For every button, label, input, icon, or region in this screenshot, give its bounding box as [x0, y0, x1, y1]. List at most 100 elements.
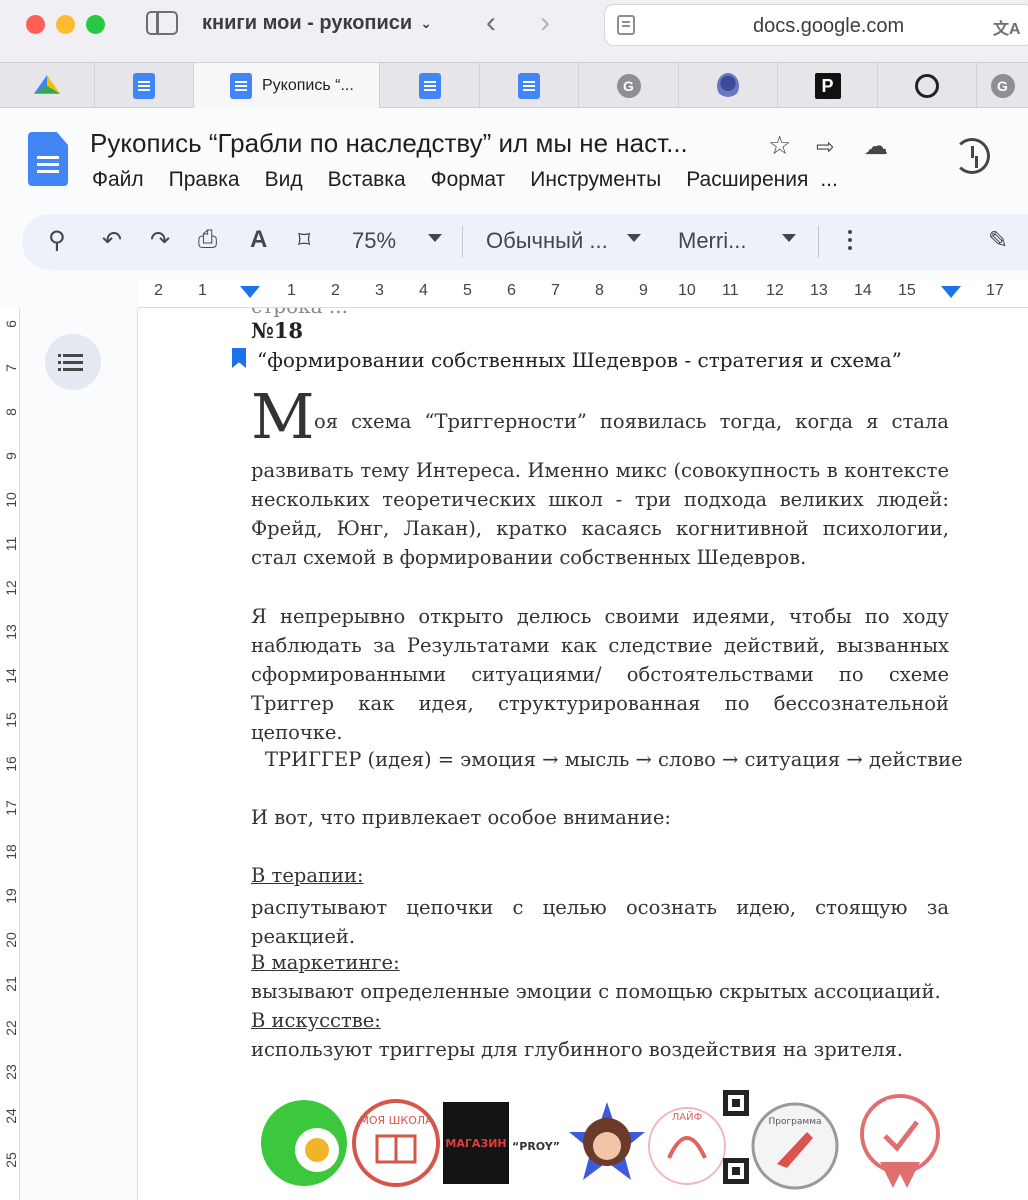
forward-button[interactable]: ›	[540, 6, 550, 40]
horizontal-ruler[interactable]: 2 1 1 2 3 4 5 6 7 8 9 10 11 12 13 14 15 …	[138, 280, 1028, 308]
maximize-window-button[interactable]	[86, 15, 105, 34]
google-drive-icon	[34, 75, 60, 94]
google-docs-icon	[230, 73, 252, 99]
toolbar-divider	[462, 226, 463, 258]
docs-header: Рукопись “Грабли по наследству” ил мы не…	[0, 108, 1028, 212]
my-school-logo: МОЯ ШКОЛА	[352, 1099, 440, 1187]
paragraph-2: Я непрерывно открыто делюсь своими идеям…	[251, 605, 949, 744]
browser-tab-active[interactable]: Рукопись “...	[194, 63, 380, 109]
ruler-number: 10	[3, 492, 19, 508]
ruler-number: 23	[3, 1064, 19, 1080]
google-docs-logo-icon[interactable]	[28, 132, 68, 186]
shop-logo: МАГАЗИН	[443, 1102, 509, 1184]
page-icon	[617, 15, 635, 35]
redo-icon[interactable]: ↷	[150, 226, 170, 255]
word: появилась	[599, 410, 707, 433]
document-outline-button[interactable]	[45, 334, 101, 390]
my-school-text: МОЯ ШКОЛА	[359, 1114, 433, 1127]
ruler-number: 20	[3, 932, 19, 948]
vertical-ruler[interactable]: 6 7 8 9 10 11 12 13 14 15 16 17 18 19 20…	[0, 308, 20, 1200]
minimize-window-button[interactable]	[56, 15, 75, 34]
browser-tab[interactable]	[480, 63, 579, 109]
menu-tools[interactable]: Инструменты	[530, 168, 661, 192]
undo-icon[interactable]: ↶	[102, 226, 122, 255]
ruler-number: 6	[3, 320, 19, 328]
chevron-down-icon[interactable]	[627, 234, 641, 242]
ruler-number: 12	[766, 282, 784, 299]
ruler-number: 11	[722, 282, 739, 299]
edit-mode-pencil-icon[interactable]: ✎	[988, 226, 1008, 255]
indent-marker[interactable]	[240, 286, 260, 298]
bookmark-icon[interactable]	[232, 348, 246, 368]
program-text: Программа	[768, 1117, 821, 1127]
menu-edit[interactable]: Правка	[169, 168, 240, 192]
tab-bar: Рукопись “... G P G	[0, 62, 1028, 109]
more-options-icon[interactable]	[848, 230, 852, 234]
menu-extensions[interactable]: Расширения	[686, 168, 808, 192]
chevron-down-icon: ⌄	[420, 15, 432, 31]
close-window-button[interactable]	[26, 15, 45, 34]
menu-file[interactable]: Файл	[92, 168, 144, 192]
program-logo: Программа	[751, 1102, 839, 1190]
move-folder-icon[interactable]: ⇨	[816, 134, 834, 160]
ruler-number: 15	[3, 712, 19, 728]
address-url: docs.google.com	[753, 15, 905, 37]
right-indent-marker[interactable]	[941, 286, 961, 298]
spellcheck-icon[interactable]: A	[250, 226, 267, 254]
browser-tab[interactable]: P	[778, 63, 878, 109]
browser-tab[interactable]: G	[579, 63, 679, 109]
back-button[interactable]: ‹	[486, 6, 496, 40]
chevron-down-icon[interactable]	[428, 234, 442, 242]
art-heading: В искусстве:	[251, 1009, 381, 1032]
ruler-number: 7	[551, 282, 560, 299]
tab-group-selector[interactable]: книги мои - рукописи ⌄	[202, 12, 432, 35]
ruler-number: 8	[3, 408, 19, 416]
paragraph-style-select[interactable]: Обычный ...	[486, 228, 608, 254]
browser-tab[interactable]	[380, 63, 480, 109]
chapter-number: №18	[251, 318, 304, 343]
menu-format[interactable]: Формат	[431, 168, 506, 192]
menu-view[interactable]: Вид	[265, 168, 303, 192]
zoom-select[interactable]: 75%	[352, 228, 396, 254]
menu-more[interactable]: ...	[820, 168, 838, 192]
google-docs-icon	[518, 73, 540, 99]
ruler-number: 24	[3, 1108, 19, 1124]
browser-tab[interactable]	[679, 63, 778, 109]
openai-icon	[915, 74, 939, 98]
ruler-number: 14	[3, 668, 19, 684]
chapter-title: “формировании собственных Шедевров - стр…	[257, 348, 902, 372]
sidebar-toggle-icon[interactable]	[146, 11, 178, 35]
word: “Триггерности”	[424, 410, 587, 433]
chevron-down-icon[interactable]	[782, 234, 796, 242]
menu-insert[interactable]: Вставка	[328, 168, 406, 192]
search-menus-icon[interactable]: ⚲	[48, 226, 66, 255]
browser-tab[interactable]	[95, 63, 194, 109]
address-bar[interactable]: docs.google.com 文A	[604, 4, 1028, 46]
partially-visible-line: строка ...	[251, 308, 348, 318]
word: оя	[314, 410, 339, 433]
browser-tab[interactable]	[0, 63, 95, 109]
ruler-number: 1	[198, 282, 207, 299]
document-page[interactable]: строка ... №18 “формировании собственных…	[139, 308, 1028, 1200]
ruler-number: 7	[3, 364, 19, 372]
trigger-formula: ТРИГГЕР (идея) = эмоция → мысль → слово …	[265, 748, 963, 771]
marks-text: Знаки	[886, 1099, 915, 1109]
version-history-icon[interactable]	[954, 138, 990, 174]
ruler-number: 12	[3, 580, 19, 596]
paint-format-icon[interactable]: ⌑	[298, 226, 310, 255]
tab-group-title: книги мои - рукописи	[202, 12, 413, 34]
browser-tab[interactable]	[878, 63, 977, 109]
tab-label: Рукопись “...	[262, 77, 354, 94]
print-icon[interactable]: ⎙	[198, 226, 217, 254]
ruler-number: 17	[3, 800, 19, 816]
marketing-heading: В маркетинге:	[251, 951, 400, 974]
google-docs-icon	[133, 73, 155, 99]
translate-icon[interactable]: 文A	[993, 15, 1021, 39]
ruler-number: 11	[3, 536, 19, 552]
font-select[interactable]: Merri...	[678, 228, 746, 254]
ruler-number: 1	[287, 282, 296, 299]
document-title[interactable]: Рукопись “Грабли по наследству” ил мы не…	[90, 128, 740, 159]
cloud-saved-icon[interactable]: ☁	[864, 132, 888, 161]
star-icon[interactable]: ☆	[768, 130, 791, 161]
browser-tab[interactable]: G	[977, 63, 1028, 109]
